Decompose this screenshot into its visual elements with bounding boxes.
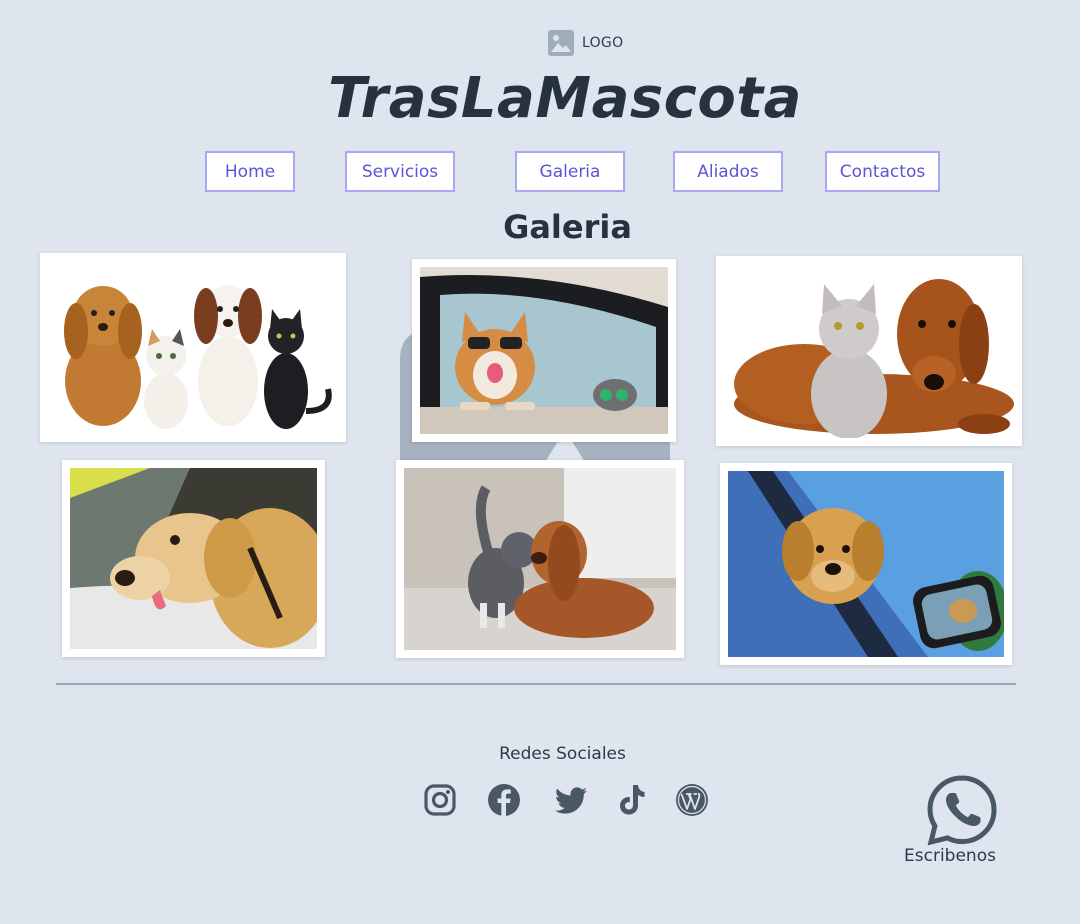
- wordpress-icon[interactable]: [674, 782, 710, 818]
- kitten-and-dachshund-photo: [724, 264, 1014, 438]
- gallery-photo-4[interactable]: [62, 460, 325, 657]
- nav-contactos[interactable]: Contactos: [825, 151, 940, 192]
- footer-divider: [56, 683, 1016, 685]
- facebook-icon[interactable]: [486, 782, 522, 818]
- puppies-and-kittens-photo: [48, 261, 338, 434]
- page: LOGO TrasLaMascota Home Servicios Galeri…: [0, 0, 1080, 924]
- nav-home[interactable]: Home: [205, 151, 295, 192]
- dog-in-car-mirror-photo: [728, 471, 1004, 657]
- image-icon: [548, 30, 574, 56]
- site-title: TrasLaMascota: [328, 66, 802, 131]
- logo-text: LOGO: [582, 35, 624, 51]
- nav-aliados[interactable]: Aliados: [673, 151, 783, 192]
- whatsapp-label: Escribenos: [904, 846, 996, 866]
- gallery-title: Galeria: [503, 208, 632, 246]
- twitter-icon[interactable]: [553, 782, 589, 818]
- gallery-photo-1[interactable]: [40, 253, 346, 442]
- nav-galeria[interactable]: Galeria: [515, 151, 625, 192]
- logo[interactable]: LOGO: [548, 30, 623, 56]
- instagram-icon[interactable]: [422, 782, 458, 818]
- gallery-photo-3[interactable]: [716, 256, 1022, 446]
- gallery-photo-2[interactable]: [412, 259, 676, 442]
- tiktok-icon[interactable]: [614, 782, 650, 818]
- gallery-photo-6[interactable]: [720, 463, 1012, 665]
- golden-retriever-in-car-photo: [70, 468, 317, 649]
- gallery-photo-5[interactable]: [396, 460, 684, 658]
- nav-servicios[interactable]: Servicios: [345, 151, 455, 192]
- whatsapp-icon[interactable]: [926, 774, 998, 846]
- cat-and-dog-nuzzling-photo: [404, 468, 676, 650]
- social-title: Redes Sociales: [499, 744, 626, 764]
- corgi-in-car-window-photo: [420, 267, 668, 434]
